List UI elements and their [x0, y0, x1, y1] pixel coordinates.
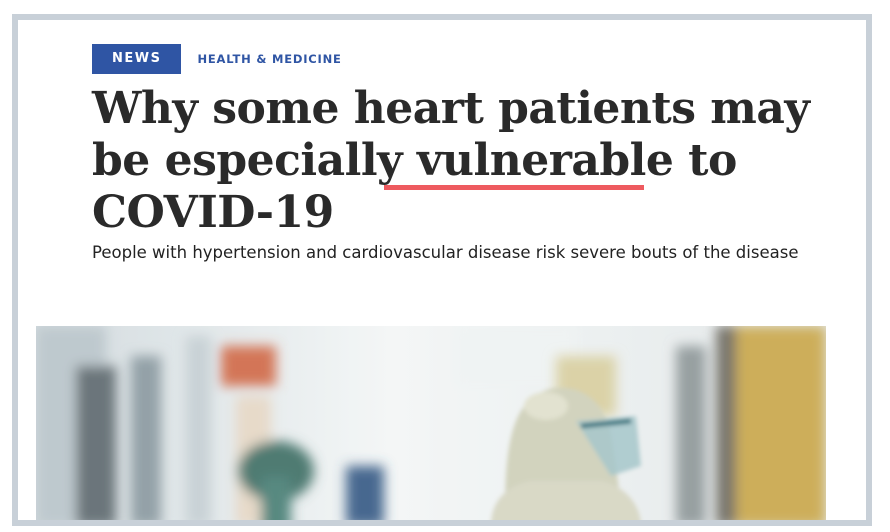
article-meta: NEWS HEALTH & MEDICINE	[92, 44, 342, 74]
headline-emphasis: vulnerable	[416, 135, 674, 186]
news-badge[interactable]: NEWS	[92, 44, 182, 74]
hero-photo-image	[36, 326, 826, 520]
hero-photo	[36, 326, 826, 520]
category-link[interactable]: HEALTH & MEDICINE	[197, 52, 341, 66]
headline: Why some heart patients may be especiall…	[92, 83, 812, 239]
article-card: NEWS HEALTH & MEDICINE Why some heart pa…	[12, 14, 872, 526]
article-dek: People with hypertension and cardiovascu…	[92, 243, 799, 262]
emphasis-underline	[384, 185, 644, 190]
